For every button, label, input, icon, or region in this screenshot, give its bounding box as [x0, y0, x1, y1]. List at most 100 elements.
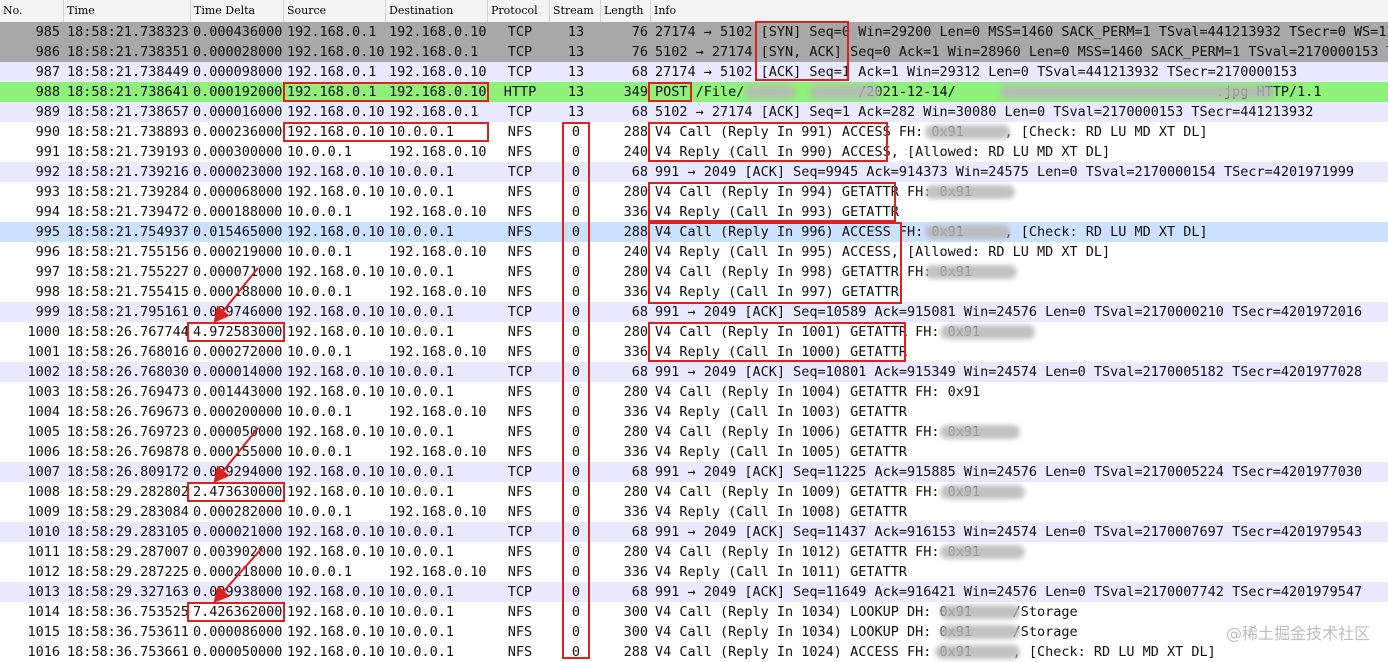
cell-stream: 0	[571, 484, 581, 500]
packet-row[interactable]: 996 18:58:21.755156 0.000219000 10.0.0.1 192…	[0, 242, 1388, 262]
cell-destination: 192.168.0.10	[389, 144, 487, 160]
col-header-time-delta[interactable]: Time Delta	[191, 0, 284, 22]
packet-row[interactable]: 995 18:58:21.754937 0.015465000 192.168.0.1…	[0, 222, 1388, 242]
packet-row[interactable]: 1002 18:58:26.768030 0.000014000 192.168.0.…	[0, 362, 1388, 382]
col-header-info[interactable]: Info	[651, 0, 1388, 22]
col-header-length[interactable]: Length	[601, 0, 651, 22]
packet-row[interactable]: 1008 18:58:29.282802 2.473630000 192.168.0.…	[0, 482, 1388, 502]
cell-protocol: NFS	[507, 244, 533, 260]
packet-row[interactable]: 985 18:58:21.738323 0.000436000 192.168.0.1…	[0, 22, 1388, 42]
packet-row[interactable]: 990 18:58:21.738893 0.000236000 192.168.0.1…	[0, 122, 1388, 142]
cell-time-delta: 0.000098000	[193, 64, 283, 80]
cell-no: 991	[35, 144, 60, 160]
cell-stream: 0	[571, 564, 581, 580]
cell-info: V4 Call (Reply In 996) ACCESS FH: 0x91 ,…	[655, 224, 1208, 240]
cell-time: 18:58:21.738449	[67, 64, 189, 80]
col-header-source[interactable]: Source	[284, 0, 386, 22]
cell-destination: 192.168.0.10	[389, 84, 487, 100]
packet-row[interactable]: 1011 18:58:29.287007 0.003902000 192.168.0.…	[0, 542, 1388, 562]
cell-time: 18:58:21.738641	[67, 84, 189, 100]
redaction-blur	[745, 85, 795, 99]
cell-source: 192.168.0.10	[287, 544, 385, 560]
packet-row[interactable]: 1006 18:58:26.769878 0.000155000 10.0.0.1 19…	[0, 442, 1388, 462]
cell-destination: 192.168.0.10	[389, 204, 487, 220]
cell-length: 68	[631, 304, 648, 320]
packet-row[interactable]: 989 18:58:21.738657 0.000016000 192.168.0.1…	[0, 102, 1388, 122]
cell-length: 280	[623, 384, 648, 400]
cell-info: 991 → 2049 [ACK] Seq=10589 Ack=915081 Wi…	[655, 304, 1363, 320]
packet-list[interactable]: No. Time Time Delta Source Destination P…	[0, 0, 1388, 662]
cell-time: 18:58:21.755156	[67, 244, 189, 260]
redaction-blur	[925, 265, 1017, 279]
cell-time: 18:58:26.768016	[67, 344, 189, 360]
cell-time-delta: 0.039938000	[193, 584, 283, 600]
packet-row[interactable]: 992 18:58:21.739216 0.000023000 192.168.0.1…	[0, 162, 1388, 182]
cell-time-delta: 0.015465000	[193, 224, 283, 240]
cell-stream: 0	[571, 604, 581, 620]
cell-time: 18:58:29.283105	[67, 524, 189, 540]
cell-source: 10.0.0.1	[287, 504, 353, 520]
cell-destination: 192.168.0.1	[389, 104, 479, 120]
cell-info: 991 → 2049 [ACK] Seq=11649 Ack=916421 Wi…	[655, 584, 1363, 600]
packet-row[interactable]: 1010 18:58:29.283105 0.000021000 192.168.0.…	[0, 522, 1388, 542]
cell-no: 996	[35, 244, 60, 260]
packet-row[interactable]: 1007 18:58:26.809172 0.039294000 192.168.0.…	[0, 462, 1388, 482]
cell-destination: 10.0.0.1	[389, 604, 455, 620]
redaction-blur	[925, 225, 1010, 239]
cell-time-delta: 0.000086000	[193, 624, 283, 640]
packet-row[interactable]: 1005 18:58:26.769723 0.000050000 192.168.0.…	[0, 422, 1388, 442]
packet-row[interactable]: 1009 18:58:29.283084 0.000282000 10.0.0.1 19…	[0, 502, 1388, 522]
packet-row[interactable]: 1001 18:58:26.768016 0.000272000 10.0.0.1 19…	[0, 342, 1388, 362]
packet-row[interactable]: 993 18:58:21.739284 0.000068000 192.168.0.1…	[0, 182, 1388, 202]
cell-no: 1006	[27, 444, 60, 460]
cell-time-delta: 0.000021000	[193, 524, 283, 540]
cell-stream: 0	[571, 144, 581, 160]
col-header-protocol[interactable]: Protocol	[488, 0, 550, 22]
packet-row[interactable]: 1003 18:58:26.769473 0.001443000 192.168.0.…	[0, 382, 1388, 402]
packet-row[interactable]: 1004 18:58:26.769673 0.000200000 10.0.0.1 19…	[0, 402, 1388, 422]
packet-row[interactable]: 994 18:58:21.739472 0.000188000 10.0.0.1 192…	[0, 202, 1388, 222]
packet-row[interactable]: 986 18:58:21.738351 0.000028000 192.168.0.1…	[0, 42, 1388, 62]
cell-time: 18:58:26.809172	[67, 464, 189, 480]
packet-row[interactable]: 991 18:58:21.739193 0.000300000 10.0.0.1 192…	[0, 142, 1388, 162]
packet-row[interactable]: 998 18:58:21.755415 0.000188000 10.0.0.1 192…	[0, 282, 1388, 302]
packet-row[interactable]: 1013 18:58:29.327163 0.039938000 192.168.0.…	[0, 582, 1388, 602]
cell-length: 68	[631, 104, 648, 120]
cell-time-delta: 0.000071000	[193, 264, 283, 280]
packet-row[interactable]: 997 18:58:21.755227 0.000071000 192.168.0.1…	[0, 262, 1388, 282]
cell-destination: 192.168.0.1	[389, 44, 479, 60]
cell-time-delta: 0.000023000	[193, 164, 283, 180]
col-header-stream[interactable]: Stream	[550, 0, 601, 22]
cell-time-delta: 0.000188000	[193, 284, 283, 300]
cell-stream: 0	[571, 524, 581, 540]
cell-info: 5102 → 27174 [SYN, ACK] Seq=0 Ack=1 Win=…	[655, 44, 1388, 60]
cell-time: 18:58:26.769673	[67, 404, 189, 420]
cell-no: 985	[35, 24, 60, 40]
cell-destination: 192.168.0.10	[389, 564, 487, 580]
packet-row[interactable]: 1015 18:58:36.753611 0.000086000 192.168.0.…	[0, 622, 1388, 642]
redaction-blur	[925, 125, 1010, 139]
cell-info: 5102 → 27174 [ACK] Seq=1 Ack=282 Win=300…	[655, 104, 1314, 120]
cell-length: 336	[623, 204, 648, 220]
packet-row[interactable]: 1016 18:58:36.753661 0.000050000 192.168.0.…	[0, 642, 1388, 662]
cell-length: 336	[623, 284, 648, 300]
cell-destination: 10.0.0.1	[389, 464, 455, 480]
packet-row[interactable]: 987 18:58:21.738449 0.000098000 192.168.0.1…	[0, 62, 1388, 82]
cell-info: V4 Reply (Call In 1008) GETATTR	[655, 504, 907, 520]
cell-stream: 0	[571, 324, 581, 340]
cell-no: 997	[35, 264, 60, 280]
cell-no: 1011	[27, 544, 60, 560]
packet-row[interactable]: 1012 18:58:29.287225 0.000218000 10.0.0.1 19…	[0, 562, 1388, 582]
col-header-no[interactable]: No.	[0, 0, 64, 22]
cell-time: 18:58:29.327163	[67, 584, 189, 600]
cell-time: 18:58:21.739216	[67, 164, 189, 180]
packet-row[interactable]: 1014 18:58:36.753525 7.426362000 192.168.0.…	[0, 602, 1388, 622]
packet-row[interactable]: 1000 18:58:26.767744 4.972583000 192.168.0.…	[0, 322, 1388, 342]
col-header-time[interactable]: Time	[64, 0, 191, 22]
cell-stream: 0	[571, 424, 581, 440]
col-header-destination[interactable]: Destination	[386, 0, 488, 22]
cell-time: 18:58:21.755415	[67, 284, 189, 300]
packet-row[interactable]: 999 18:58:21.795161 0.039746000 192.168.0.1…	[0, 302, 1388, 322]
cell-source: 192.168.0.10	[287, 384, 385, 400]
cell-info: 991 → 2049 [ACK] Seq=11225 Ack=915885 Wi…	[655, 464, 1363, 480]
